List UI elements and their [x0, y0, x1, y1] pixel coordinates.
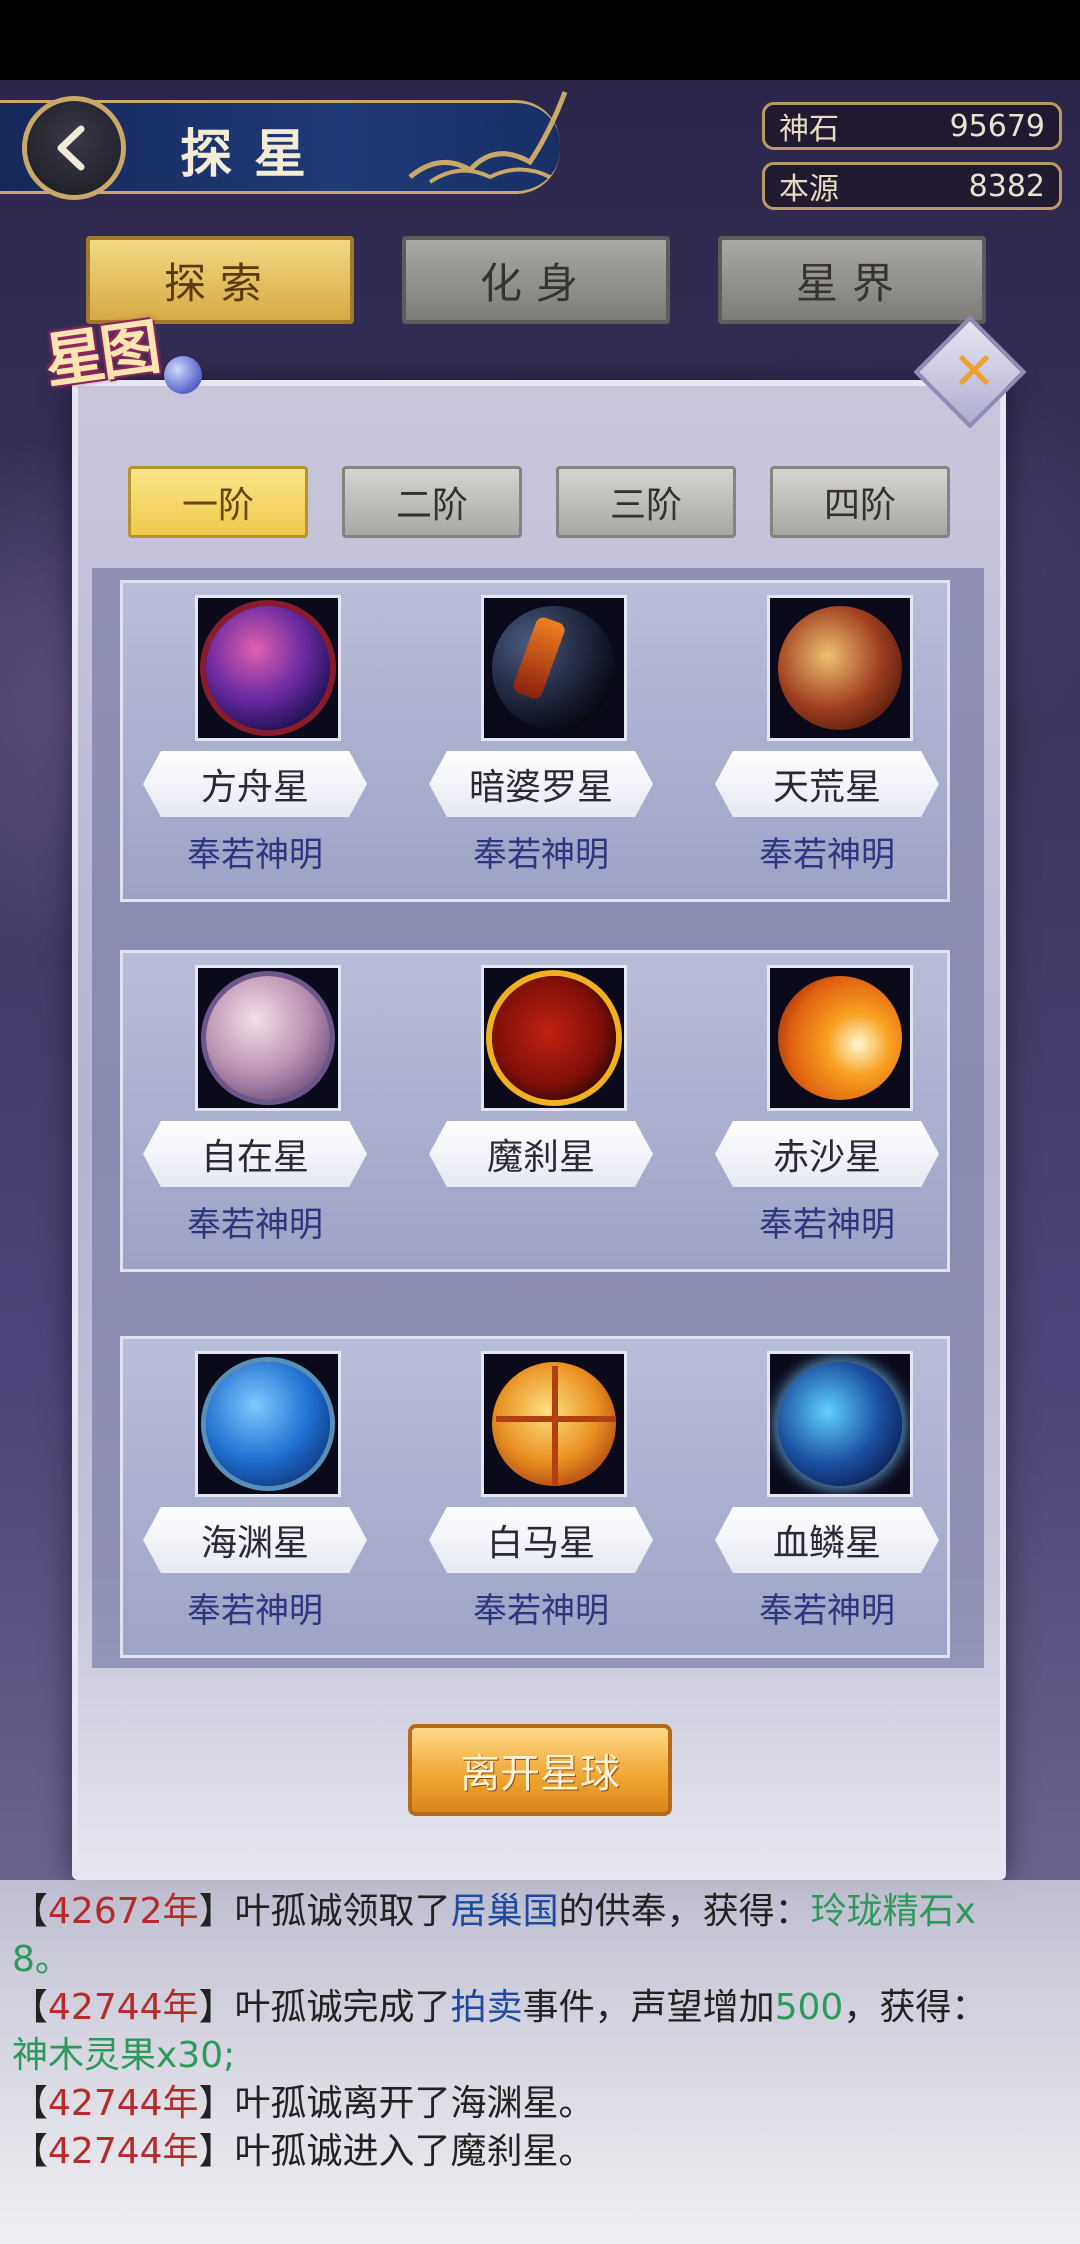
log-entry: 【42744年】叶孤诚进入了魔刹星。	[12, 2128, 595, 2176]
resource-origin: 本源 8382	[762, 162, 1062, 210]
glowing-blue-planet-icon	[767, 1351, 913, 1497]
log-text: 事件，声望增加	[522, 1987, 775, 2028]
tab-star-realm[interactable]: 星界	[718, 236, 986, 324]
cloud-ornament-icon	[408, 91, 568, 184]
back-button[interactable]	[22, 96, 126, 200]
tab-avatar[interactable]: 化身	[402, 236, 670, 324]
tier-tab-3[interactable]: 三阶	[556, 466, 736, 538]
planet-status: 奉若神明	[187, 1591, 323, 1631]
planet-name: 暗婆罗星	[429, 751, 653, 817]
bracket: 【	[12, 2083, 49, 2124]
dark-planet-icon	[481, 595, 627, 741]
ringed-pink-planet-icon	[195, 965, 341, 1111]
red-eclipse-planet-icon	[481, 965, 627, 1111]
planet-card-ark[interactable]: 方舟星 奉若神明	[143, 583, 373, 883]
planet-name: 方舟星	[143, 751, 367, 817]
chevron-left-icon	[57, 125, 85, 171]
status-bar	[0, 0, 1080, 80]
planet-name: 自在星	[143, 1121, 367, 1187]
planet-status: 奉若神明	[187, 835, 323, 875]
log-entry: 【42672年】叶孤诚领取了居巢国的供奉，获得：玲珑精石x	[12, 1888, 976, 1936]
resource-label: 神石	[779, 112, 839, 147]
log-year: 42744年	[48, 2083, 199, 2124]
planet-name: 魔刹星	[429, 1121, 653, 1187]
resource-value: 95679	[949, 108, 1045, 144]
log-text: 】叶孤诚完成了	[198, 1987, 451, 2028]
panel-badge: 星图	[40, 312, 162, 398]
log-text: 】叶孤诚进入了魔刹星。	[198, 2131, 595, 2172]
log-country: 居巢国	[450, 1891, 559, 1932]
log-entry-cont: 8。	[12, 1939, 71, 1980]
planet-name: 赤沙星	[715, 1121, 939, 1187]
log-item: 玲珑精石x	[810, 1891, 976, 1932]
orange-sun-planet-icon	[767, 965, 913, 1111]
log-entry-cont: 神木灵果x30;	[12, 2035, 236, 2076]
event-log[interactable]: 【42672年】叶孤诚领取了居巢国的供奉，获得：玲珑精石x 8。 【42744年…	[0, 1880, 1080, 2244]
resource-divine-stone: 神石 95679	[762, 102, 1062, 150]
planet-row: 海渊星 奉若神明 白马星 奉若神明 血鳞星 奉若神明	[120, 1336, 950, 1658]
log-entry: 【42744年】叶孤诚离开了海渊星。	[12, 2080, 595, 2128]
log-entry: 【42744年】叶孤诚完成了拍卖事件，声望增加500，获得：	[12, 1984, 987, 2032]
resource-label: 本源	[779, 172, 839, 207]
planet-row: 方舟星 奉若神明 暗婆罗星 奉若神明 天荒星 奉若神明	[120, 580, 950, 902]
close-icon[interactable]: ✕	[946, 342, 1002, 402]
tier-tab-2[interactable]: 二阶	[342, 466, 522, 538]
orb-icon	[164, 356, 202, 394]
leave-planet-button[interactable]: 离开星球	[408, 1724, 672, 1816]
resource-value: 8382	[968, 168, 1045, 204]
bracket: 【	[12, 2131, 49, 2172]
log-amount: 500	[774, 1987, 844, 2028]
planet-name: 血鳞星	[715, 1507, 939, 1573]
bracket: 【	[12, 1987, 49, 2028]
log-text: 】叶孤诚领取了	[198, 1891, 451, 1932]
log-year: 42672年	[48, 1891, 199, 1932]
planet-card-baima[interactable]: 白马星 奉若神明	[429, 1339, 659, 1639]
cracked-planet-icon	[767, 595, 913, 741]
planet-card-tianhuang[interactable]: 天荒星 奉若神明	[715, 583, 945, 883]
planet-status: 奉若神明	[473, 1591, 609, 1631]
planet-name: 白马星	[429, 1507, 653, 1573]
planet-status: 奉若神明	[187, 1205, 323, 1245]
planet-row: 自在星 奉若神明 魔刹星 赤沙星 奉若神明	[120, 950, 950, 1272]
log-text: 的供奉，获得：	[558, 1891, 811, 1932]
planet-status: 奉若神明	[759, 1205, 895, 1245]
planet-card-haiyuan[interactable]: 海渊星 奉若神明	[143, 1339, 373, 1639]
planet-card-xuelin[interactable]: 血鳞星 奉若神明	[715, 1339, 945, 1639]
log-year: 42744年	[48, 1987, 199, 2028]
planet-name: 天荒星	[715, 751, 939, 817]
planet-status: 奉若神明	[759, 835, 895, 875]
log-event: 拍卖	[450, 1987, 523, 2028]
blue-ringed-planet-icon	[195, 1351, 341, 1497]
log-text: ，获得：	[843, 1987, 988, 2028]
log-text: 】叶孤诚离开了海渊星。	[198, 2083, 595, 2124]
page-title: 探星	[180, 124, 329, 185]
planet-status: 奉若神明	[759, 1591, 895, 1631]
planet-card-mocha[interactable]: 魔刹星	[429, 953, 659, 1253]
planet-status: 奉若神明	[473, 835, 609, 875]
planet-card-chisha[interactable]: 赤沙星 奉若神明	[715, 953, 945, 1253]
nebula-planet-icon	[195, 595, 341, 741]
planet-card-anpoluo[interactable]: 暗婆罗星 奉若神明	[429, 583, 659, 883]
golden-planet-icon	[481, 1351, 627, 1497]
tier-tab-4[interactable]: 四阶	[770, 466, 950, 538]
planet-card-zizai[interactable]: 自在星 奉若神明	[143, 953, 373, 1253]
bracket: 【	[12, 1891, 49, 1932]
planet-name: 海渊星	[143, 1507, 367, 1573]
log-year: 42744年	[48, 2131, 199, 2172]
tier-tab-1[interactable]: 一阶	[128, 466, 308, 538]
